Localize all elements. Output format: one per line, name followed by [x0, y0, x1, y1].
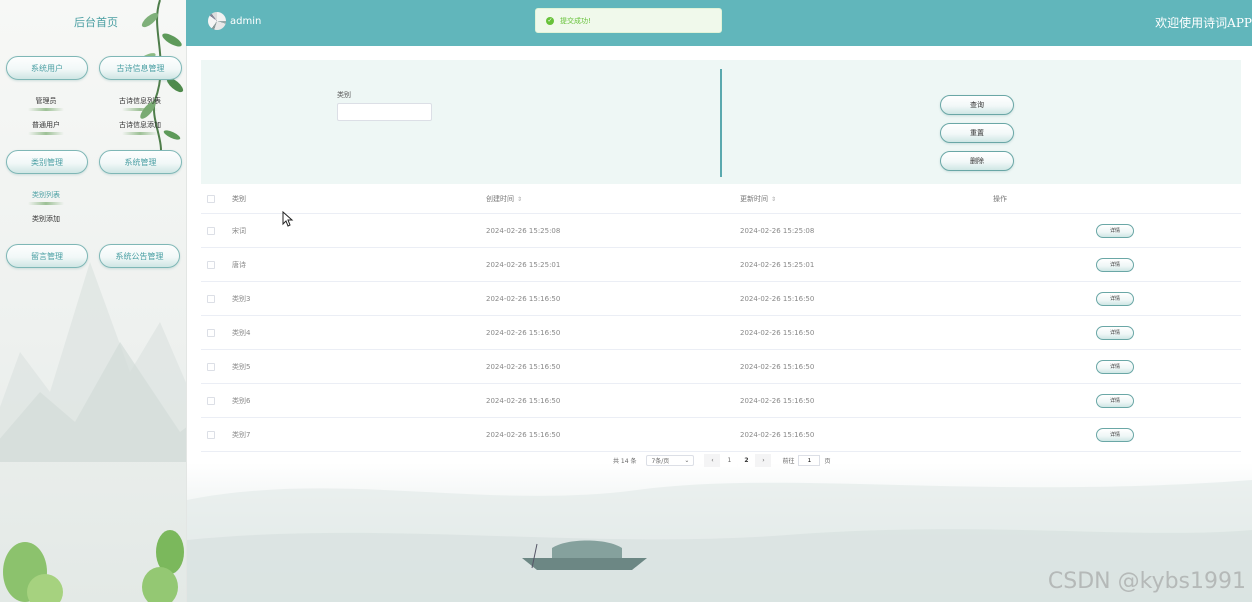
row-checkbox[interactable] — [207, 294, 215, 303]
goto-label: 前往 — [782, 458, 795, 465]
detail-button[interactable]: 详情 — [1096, 359, 1134, 374]
mountain-illustration — [0, 262, 186, 462]
cell-created-time: 2024-02-26 15:25:08 — [486, 226, 561, 235]
delete-button[interactable]: 删除 — [940, 151, 1014, 171]
cell-category: 唐诗 — [232, 260, 246, 269]
mouse-cursor-icon — [282, 211, 294, 227]
row-checkbox[interactable] — [207, 328, 215, 337]
cell-created-time: 2024-02-26 15:25:01 — [486, 260, 561, 269]
detail-button[interactable]: 详情 — [1096, 257, 1134, 272]
table-row: 宋词 2024-02-26 15:25:08 2024-02-26 15:25:… — [201, 214, 1241, 248]
detail-button[interactable]: 详情 — [1096, 291, 1134, 306]
next-page-button[interactable]: › — [755, 454, 772, 467]
pagination-total: 共 14 条 — [613, 458, 637, 465]
submenu-category-add[interactable]: 类别添加 — [26, 214, 66, 224]
welcome-text: 欢迎使用诗词APP — [1155, 16, 1252, 30]
query-button[interactable]: 查询 — [940, 95, 1014, 115]
menu-category-management[interactable]: 类别管理 — [6, 150, 88, 174]
page-suffix: 页 — [824, 458, 831, 465]
cell-created-time: 2024-02-26 15:16:50 — [486, 430, 561, 439]
menu-poem-management[interactable]: 古诗信息管理 — [99, 56, 182, 80]
menu-message-management[interactable]: 留言管理 — [6, 244, 88, 268]
table-header: 类别 创建时间 ⇕ 更新时间 ⇕ 操作 — [201, 184, 1241, 214]
header-category: 类别 — [232, 194, 246, 203]
cell-updated-time: 2024-02-26 15:16:50 — [740, 362, 815, 371]
cell-category: 类别5 — [232, 362, 251, 371]
table-row: 类别6 2024-02-26 15:16:50 2024-02-26 15:16… — [201, 384, 1241, 418]
detail-button[interactable]: 详情 — [1096, 223, 1134, 238]
detail-button[interactable]: 详情 — [1096, 325, 1134, 340]
detail-button[interactable]: 详情 — [1096, 393, 1134, 408]
panel-divider — [720, 69, 722, 177]
success-toast: ✓ 提交成功! — [535, 8, 722, 33]
cell-updated-time: 2024-02-26 15:16:50 — [740, 328, 815, 337]
pagination: 共 14 条 7条/页⌄ ‹ 1 2 › 前往 页 — [613, 454, 830, 467]
cell-created-time: 2024-02-26 15:16:50 — [486, 362, 561, 371]
cell-category: 宋词 — [232, 226, 246, 235]
sidebar: 后台首页 系统用户 古诗信息管理 管理员 普通用户 古诗信息列表 古诗信息添加 … — [0, 0, 187, 602]
leaves-decoration — [134, 0, 184, 160]
search-panel: 类别 查询 重置 删除 — [201, 60, 1241, 184]
chevron-down-icon: ⌄ — [684, 457, 690, 464]
table-row: 类别5 2024-02-26 15:16:50 2024-02-26 15:16… — [201, 350, 1241, 384]
header-updated-time[interactable]: 更新时间 ⇕ — [740, 194, 776, 204]
submenu-poem-add[interactable]: 古诗信息添加 — [114, 120, 166, 135]
cell-created-time: 2024-02-26 15:16:50 — [486, 328, 561, 337]
cell-category: 类别6 — [232, 396, 251, 405]
submenu-admin[interactable]: 管理员 — [26, 96, 66, 111]
cell-created-time: 2024-02-26 15:16:50 — [486, 294, 561, 303]
cell-updated-time: 2024-02-26 15:25:08 — [740, 226, 815, 235]
category-search-input[interactable] — [337, 103, 432, 121]
cell-updated-time: 2024-02-26 15:16:50 — [740, 430, 815, 439]
header-created-time[interactable]: 创建时间 ⇕ — [486, 194, 522, 204]
sort-icon[interactable]: ⇕ — [771, 196, 776, 203]
avatar[interactable] — [208, 12, 226, 30]
page-number[interactable]: 2 — [738, 454, 755, 467]
brand-home-link[interactable]: 后台首页 — [74, 14, 118, 30]
lotus-leaves-decoration — [3, 530, 184, 602]
reset-button[interactable]: 重置 — [940, 123, 1014, 143]
prev-page-button[interactable]: ‹ — [704, 454, 721, 467]
menu-system-management[interactable]: 系统管理 — [99, 150, 182, 174]
cell-category: 类别4 — [232, 328, 251, 337]
toast-message: 提交成功! — [560, 16, 591, 25]
cell-updated-time: 2024-02-26 15:16:50 — [740, 294, 815, 303]
cell-category: 类别3 — [232, 294, 251, 303]
detail-button[interactable]: 详情 — [1096, 427, 1134, 442]
row-checkbox[interactable] — [207, 260, 215, 269]
menu-announcement-management[interactable]: 系统公告管理 — [99, 244, 180, 268]
submenu-normal-users[interactable]: 普通用户 — [26, 120, 66, 135]
sort-icon[interactable]: ⇕ — [517, 196, 522, 203]
table-row: 类别4 2024-02-26 15:16:50 2024-02-26 15:16… — [201, 316, 1241, 350]
page-size-select[interactable]: 7条/页 ⌄ — [646, 455, 695, 466]
table-row: 类别3 2024-02-26 15:16:50 2024-02-26 15:16… — [201, 282, 1241, 316]
cell-created-time: 2024-02-26 15:16:50 — [486, 396, 561, 405]
category-table: 类别 创建时间 ⇕ 更新时间 ⇕ 操作 宋词 2024-02-26 15:25:08… — [201, 184, 1241, 452]
cell-category: 类别7 — [232, 430, 251, 439]
menu-system-users[interactable]: 系统用户 — [6, 56, 88, 80]
check-circle-icon: ✓ — [546, 16, 554, 25]
submenu-poem-list[interactable]: 古诗信息列表 — [114, 96, 166, 111]
table-row: 唐诗 2024-02-26 15:25:01 2024-02-26 15:25:… — [201, 248, 1241, 282]
category-label: 类别 — [337, 91, 351, 99]
row-checkbox[interactable] — [207, 396, 215, 405]
table-row: 类别7 2024-02-26 15:16:50 2024-02-26 15:16… — [201, 418, 1241, 452]
row-checkbox[interactable] — [207, 430, 215, 439]
select-all-checkbox[interactable] — [207, 194, 215, 203]
username-label[interactable]: admin — [230, 16, 261, 27]
watermark-text: CSDN @kybs1991 — [1047, 569, 1246, 594]
cell-updated-time: 2024-02-26 15:16:50 — [740, 396, 815, 405]
page-number[interactable]: 1 — [721, 454, 738, 467]
row-checkbox[interactable] — [207, 226, 215, 235]
submenu-category-list[interactable]: 类别列表 — [26, 190, 66, 205]
header-operation: 操作 — [993, 194, 1007, 203]
row-checkbox[interactable] — [207, 362, 215, 371]
cell-updated-time: 2024-02-26 15:25:01 — [740, 260, 815, 269]
goto-page-input[interactable] — [798, 455, 821, 466]
